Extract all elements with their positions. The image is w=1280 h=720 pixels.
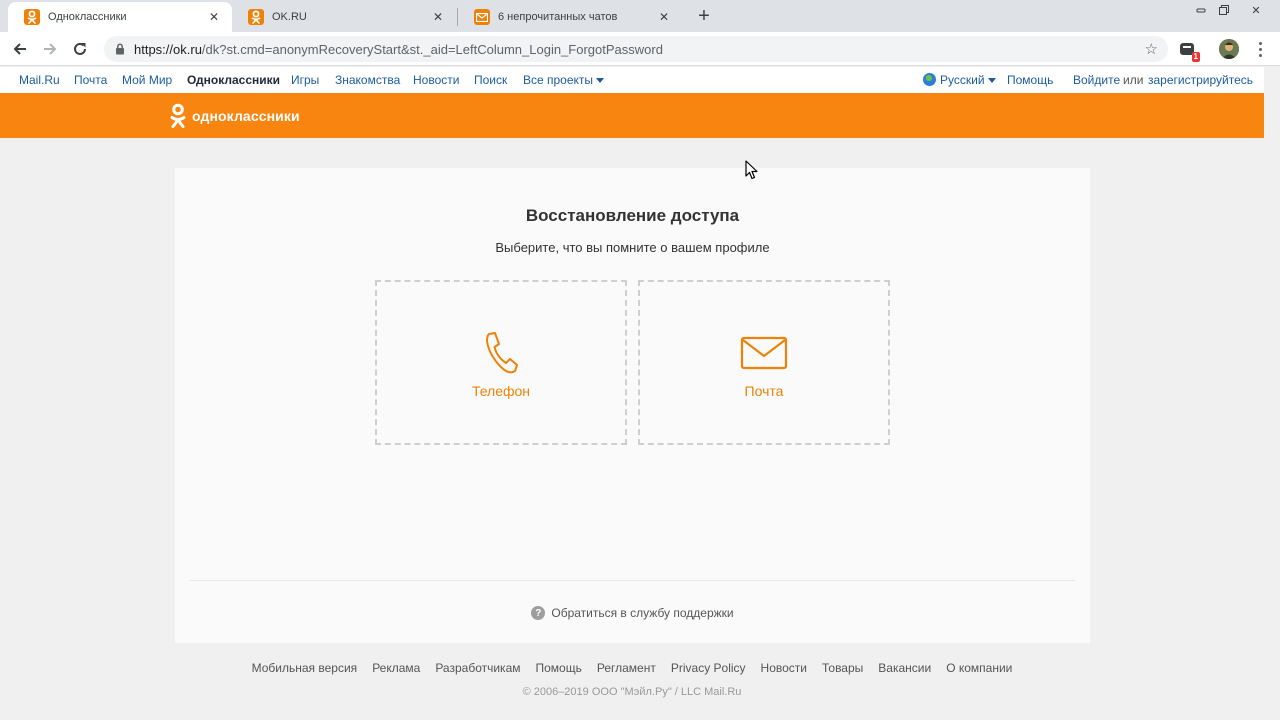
profile-avatar[interactable]: [1219, 39, 1239, 59]
project-link-novosti[interactable]: Новости: [413, 73, 459, 87]
all-projects-dropdown[interactable]: Все проекты: [523, 73, 605, 87]
address-bar[interactable]: https://ok.ru/dk?st.cmd=anonymRecoverySt…: [104, 36, 1168, 62]
register-link[interactable]: зарегистрируйтесь: [1148, 73, 1253, 87]
footer-link-goods[interactable]: Товары: [822, 661, 863, 675]
close-tab-icon[interactable]: ✕: [206, 9, 222, 25]
project-link-mailru[interactable]: Mail.Ru: [19, 73, 60, 87]
tab-title: OK.RU: [272, 11, 307, 23]
footer-link-rules[interactable]: Регламент: [597, 661, 656, 675]
page-scrollbar[interactable]: [1264, 67, 1280, 720]
globe-icon: [923, 73, 936, 86]
language-dropdown[interactable]: Русский: [923, 73, 996, 87]
support-link[interactable]: ? Обратиться в службу поддержки: [175, 606, 1090, 620]
chevron-down-icon: [596, 78, 605, 83]
ok-logo-text: одноклассники: [192, 108, 300, 124]
browser-tab-odnoklassniki[interactable]: Одноклассники ✕: [8, 2, 232, 32]
mouse-cursor-icon: [745, 160, 759, 185]
login-link[interactable]: Войдите: [1073, 73, 1120, 87]
footer-link-developers[interactable]: Разработчикам: [435, 661, 520, 675]
mail-favicon-icon: [474, 9, 490, 25]
divider: [190, 580, 1075, 581]
browser-toolbar: https://ok.ru/dk?st.cmd=anonymRecoverySt…: [0, 32, 1280, 66]
projects-bar: Mail.Ru Почта Мой Мир Одноклассники Игры…: [0, 67, 1264, 93]
project-link-znakomstva[interactable]: Знакомства: [335, 73, 400, 87]
tab-title: Одноклассники: [48, 11, 127, 23]
browser-tab-okru[interactable]: OK.RU ✕: [232, 2, 456, 32]
recovery-card: Восстановление доступа Выберите, что вы …: [175, 168, 1090, 643]
recovery-option-email[interactable]: Почта: [638, 280, 890, 445]
project-link-pochta[interactable]: Почта: [74, 73, 107, 87]
footer-link-news[interactable]: Новости: [761, 661, 807, 675]
browser-tab-strip: Одноклассники ✕ OK.RU ✕ 6 непрочитанных …: [0, 0, 1280, 32]
phone-icon: [484, 330, 518, 376]
forward-arrow-icon[interactable]: [39, 38, 61, 60]
footer-link-about[interactable]: О компании: [946, 661, 1012, 675]
chevron-down-icon: [987, 78, 996, 83]
page-title: Восстановление доступа: [525, 206, 740, 225]
browser-tab-chats[interactable]: 6 непрочитанных чатов ✕: [458, 2, 682, 32]
ok-logo[interactable]: одноклассники: [170, 103, 300, 129]
close-tab-icon[interactable]: ✕: [430, 9, 446, 25]
support-link-label: Обратиться в службу поддержки: [551, 606, 734, 620]
footer-link-jobs[interactable]: Вакансии: [878, 661, 931, 675]
page-subtitle: Выберите, что вы помните о вашем профиле: [495, 240, 770, 255]
or-text: или: [1123, 73, 1144, 87]
url-text: https://ok.ru/dk?st.cmd=anonymRecoverySt…: [134, 41, 663, 57]
ok-header: одноклассники: [0, 93, 1264, 138]
restore-window-icon[interactable]: [1210, 2, 1238, 18]
tab-title: 6 непрочитанных чатов: [498, 11, 618, 23]
recovery-option-phone[interactable]: Телефон: [375, 280, 627, 445]
copyright-text: © 2006–2019 ООО "Мэйл.Ру" / LLC Mail.Ru: [522, 686, 742, 698]
footer-links: Мобильная версия Реклама Разработчикам П…: [0, 661, 1264, 675]
ok-favicon-icon: [24, 9, 40, 25]
reload-icon[interactable]: [69, 38, 91, 60]
extension-badge: 1: [1191, 52, 1200, 62]
project-link-odnoklassniki[interactable]: Одноклассники: [187, 73, 280, 87]
close-window-icon[interactable]: ✕: [1242, 2, 1270, 18]
email-option-label: Почта: [744, 383, 784, 399]
footer-link-ads[interactable]: Реклама: [372, 661, 420, 675]
new-tab-button[interactable]: +: [693, 5, 715, 27]
envelope-icon: [740, 330, 788, 376]
phone-option-label: Телефон: [471, 383, 531, 399]
lock-icon: [114, 42, 126, 56]
project-link-poisk[interactable]: Поиск: [474, 73, 507, 87]
question-icon: ?: [531, 606, 546, 620]
footer-link-privacy[interactable]: Privacy Policy: [671, 661, 746, 675]
back-arrow-icon[interactable]: [9, 38, 31, 60]
help-link[interactable]: Помощь: [1007, 73, 1053, 87]
ok-logo-icon: [170, 103, 186, 128]
project-link-moy-mir[interactable]: Мой Мир: [122, 73, 172, 87]
project-link-igry[interactable]: Игры: [291, 73, 319, 87]
ok-favicon-icon: [248, 9, 264, 25]
browser-menu-icon[interactable]: [1252, 39, 1268, 59]
bookmark-star-icon[interactable]: ☆: [1145, 40, 1158, 58]
footer-link-mobile[interactable]: Мобильная версия: [252, 661, 358, 675]
close-tab-icon[interactable]: ✕: [656, 9, 672, 25]
footer-link-help[interactable]: Помощь: [536, 661, 582, 675]
extension-icon[interactable]: 1: [1178, 40, 1200, 62]
